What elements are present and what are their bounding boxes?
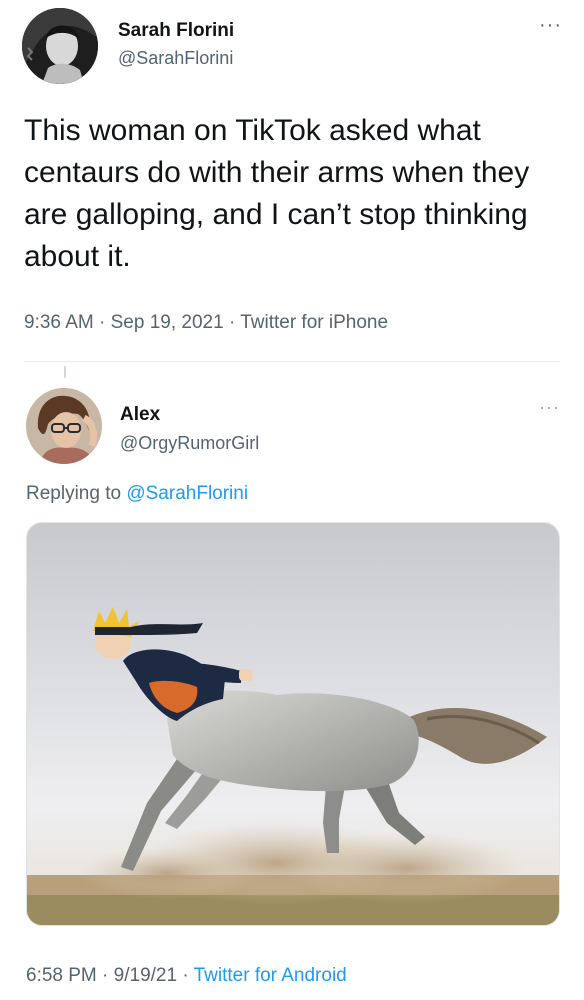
avatar-photo [26, 388, 102, 464]
replying-mention-link[interactable]: @SarahFlorini [126, 483, 248, 504]
centaur-image [27, 523, 559, 925]
twitter-screenshot: Sarah Florini @SarahFlorini ··· This wom… [0, 0, 584, 1000]
tweet-text: This woman on TikTok asked what centaurs… [24, 114, 530, 273]
meta-separator: · [99, 312, 106, 333]
meta-separator: · [182, 965, 189, 986]
meta-separator: · [228, 312, 236, 333]
replying-label: Replying to [26, 483, 122, 504]
tweet-metadata: 9:36 AM · Sep 19, 2021 · Twitter for iPh… [24, 312, 388, 334]
tweet-time[interactable]: 9:36 AM [24, 312, 94, 333]
divider [24, 361, 560, 362]
reply-metadata: 6:58 PM · 9/19/21 · Twitter for Android [26, 965, 347, 987]
tweet-date[interactable]: Sep 19, 2021 [111, 312, 224, 333]
reply-avatar[interactable] [26, 388, 102, 464]
reply-source-link[interactable]: Twitter for Android [194, 965, 347, 986]
author-name[interactable]: Sarah Florini [118, 20, 234, 42]
reply-date[interactable]: 9/19/21 [114, 965, 177, 986]
reply-author-handle[interactable]: @OrgyRumorGirl [120, 433, 259, 454]
author-handle[interactable]: @SarahFlorini [118, 48, 233, 69]
reply-time[interactable]: 6:58 PM [26, 965, 97, 986]
more-options-icon[interactable]: ··· [539, 15, 562, 35]
more-options-icon[interactable]: ··· [539, 398, 560, 416]
tweet-header: Sarah Florini @SarahFlorini ··· [22, 8, 562, 88]
avatar-photo [22, 8, 98, 84]
replying-to: Replying to @SarahFlorini [26, 483, 248, 505]
meta-separator: · [102, 965, 109, 986]
reply-author-name[interactable]: Alex [120, 404, 160, 426]
avatar[interactable] [22, 8, 98, 84]
reply-image[interactable] [26, 522, 560, 926]
tweet-source[interactable]: Twitter for iPhone [240, 312, 388, 333]
thread-line [64, 366, 66, 378]
